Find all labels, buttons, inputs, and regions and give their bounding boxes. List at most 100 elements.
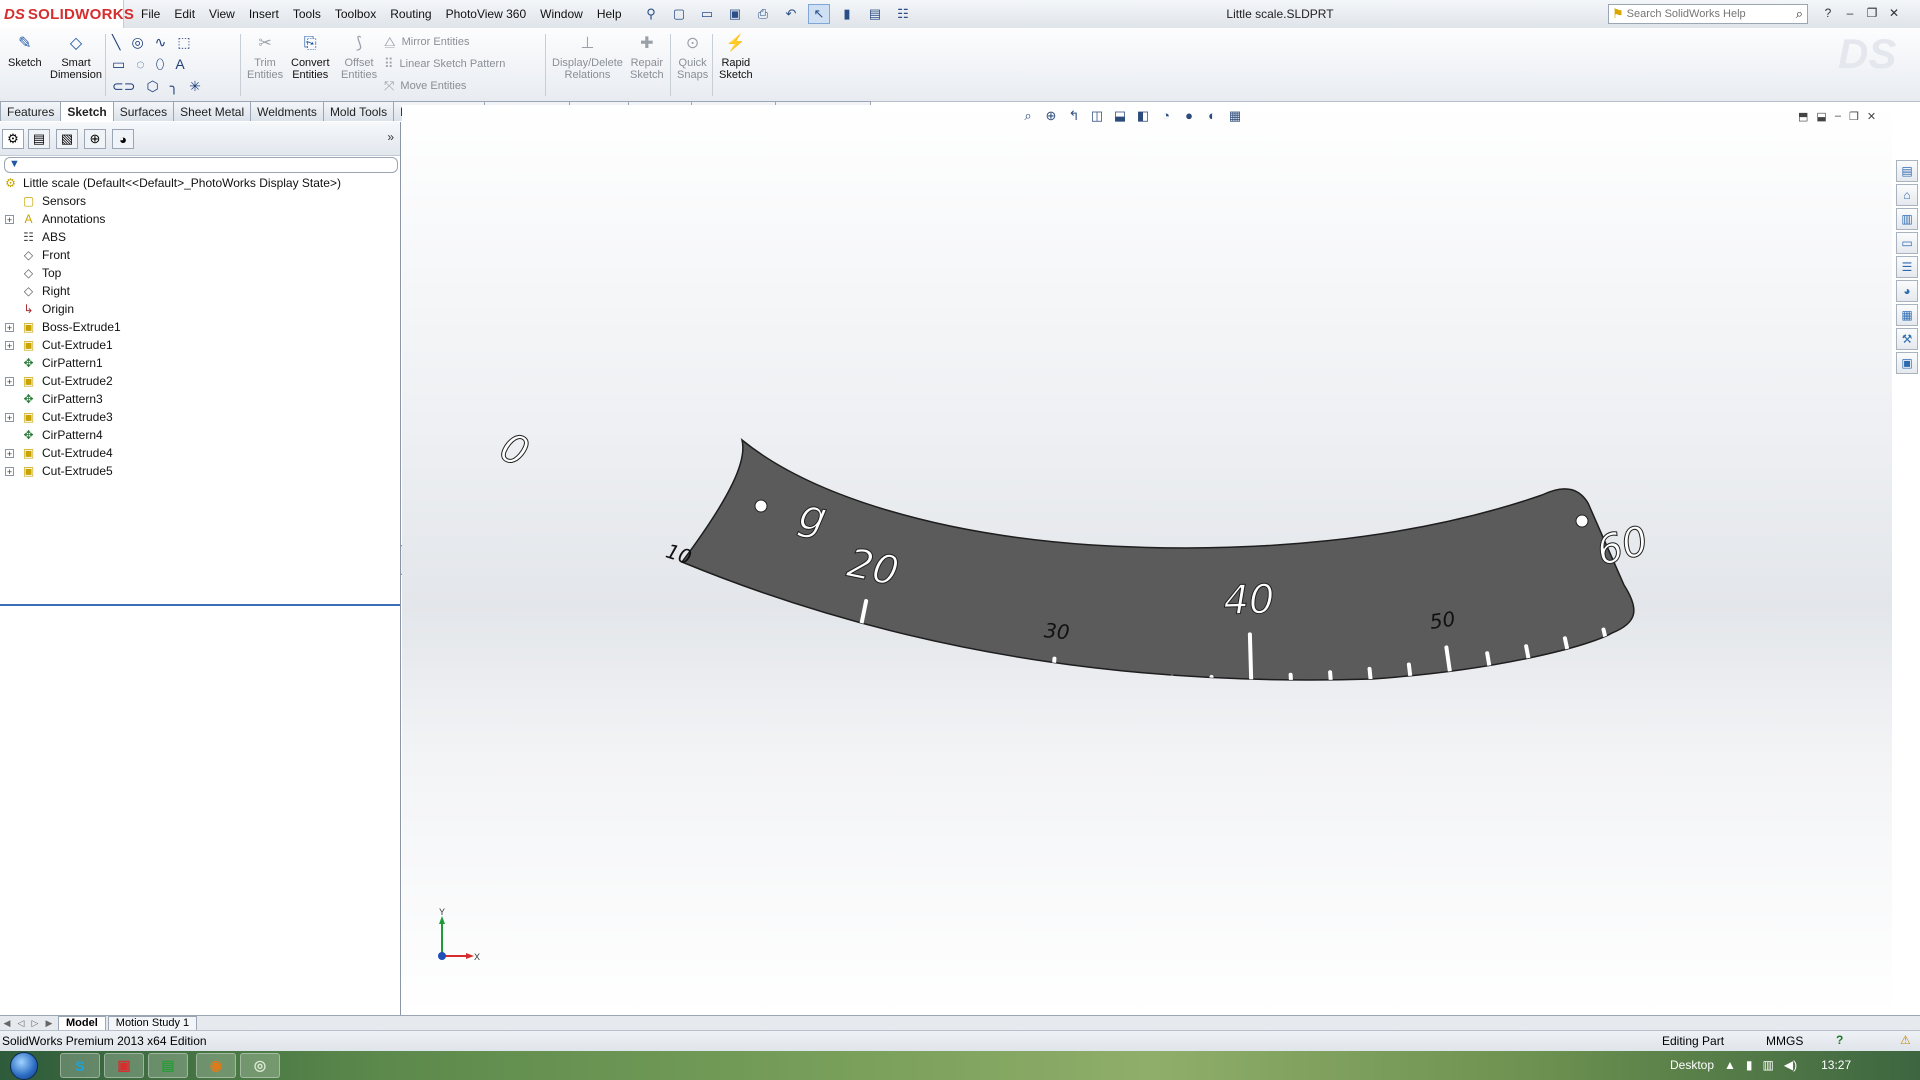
repair-sketch-button[interactable]: ✚ Repair Sketch: [630, 34, 664, 81]
zoom-to-area-icon[interactable]: ⊕: [1043, 108, 1059, 124]
display-style-icon[interactable]: ◧: [1135, 108, 1151, 124]
doc-minimize-icon[interactable]: –: [1835, 110, 1841, 123]
display-manager-tab-icon[interactable]: ◕: [112, 129, 134, 149]
tree-item[interactable]: + ▣ Cut-Extrude5: [0, 462, 400, 480]
view-orientation-icon[interactable]: ⬓: [1112, 108, 1128, 124]
tree-item[interactable]: + ▣ Cut-Extrude3: [0, 408, 400, 426]
network-icon[interactable]: ▥: [1763, 1058, 1774, 1072]
tile-vertical-icon[interactable]: ⬓: [1816, 110, 1826, 123]
convert-entities-button[interactable]: ⎘ Convert Entities: [291, 34, 330, 81]
previous-view-icon[interactable]: ↰: [1066, 108, 1082, 124]
doc-close-icon[interactable]: ✕: [1867, 110, 1876, 123]
tree-item[interactable]: ◇ Front: [0, 246, 400, 264]
text-icon[interactable]: A: [175, 56, 184, 73]
tree-item[interactable]: ☷ ABS: [0, 228, 400, 246]
doc-restore-icon[interactable]: ❐: [1849, 110, 1859, 123]
view-settings-icon[interactable]: ▦: [1227, 108, 1243, 124]
arc-icon[interactable]: ◌: [136, 56, 144, 73]
tree-item[interactable]: + A Annotations: [0, 210, 400, 228]
feature-tree-filter[interactable]: ▼: [4, 157, 398, 173]
offset-entities-button[interactable]: ⟆ Offset Entities: [341, 34, 377, 81]
unit-system-selector[interactable]: MMGS: [1766, 1034, 1803, 1048]
rapid-sketch-button[interactable]: ⚡ Rapid Sketch: [719, 34, 753, 81]
save-icon[interactable]: ▣: [724, 4, 746, 24]
menu-help[interactable]: Help: [590, 6, 629, 22]
file-explorer-icon[interactable]: ▭: [1896, 232, 1918, 254]
taskbar-firefox-icon[interactable]: ◉: [196, 1053, 236, 1078]
configuration-manager-tab-icon[interactable]: ▧: [56, 129, 78, 149]
mirror-entities-button[interactable]: ⧋ Mirror Entities: [384, 34, 469, 50]
point-icon[interactable]: ✳: [189, 78, 201, 95]
taskbar-app-icon[interactable]: ▤: [148, 1053, 188, 1078]
menu-window[interactable]: Window: [533, 6, 590, 22]
tab-motion-study[interactable]: Motion Study 1: [107, 1016, 198, 1031]
expand-toggle-icon[interactable]: +: [5, 412, 14, 422]
custom-properties-icon[interactable]: ▦: [1896, 304, 1918, 326]
quick-snaps-button[interactable]: ⊙ Quick Snaps: [677, 34, 708, 81]
prev-tab-icon[interactable]: ◁: [14, 1018, 28, 1029]
select-cursor-icon[interactable]: ↖: [808, 4, 830, 24]
help-question-icon[interactable]: ?: [1820, 4, 1836, 22]
taskbar-skype-icon[interactable]: S: [60, 1053, 100, 1078]
tree-item[interactable]: ▢ Sensors: [0, 192, 400, 210]
line-icon[interactable]: ╲: [112, 34, 120, 51]
expand-toggle-icon[interactable]: +: [5, 322, 14, 332]
display-delete-relations-button[interactable]: ⊥ Display/Delete Relations: [552, 34, 623, 81]
last-tab-icon[interactable]: ▶: [42, 1018, 56, 1029]
rollback-bar[interactable]: [0, 604, 400, 606]
linear-pattern-button[interactable]: ⠿ Linear Sketch Pattern: [384, 56, 505, 72]
slot-icon[interactable]: ⊂⊃: [112, 78, 135, 95]
expand-toggle-icon[interactable]: +: [5, 214, 14, 224]
print-icon[interactable]: ⎙: [752, 4, 774, 24]
hide-show-items-icon[interactable]: ◔: [1158, 108, 1174, 124]
sketch-fillet-icon[interactable]: ⬚: [177, 34, 190, 51]
dimxpert-manager-tab-icon[interactable]: ⊕: [84, 129, 106, 149]
options-icon[interactable]: ☷: [892, 4, 914, 24]
polygon-icon[interactable]: ⬡: [146, 78, 158, 95]
tile-horizontal-icon[interactable]: ⬒: [1798, 110, 1808, 123]
tree-item[interactable]: ↳ Origin: [0, 300, 400, 318]
spline-icon[interactable]: ∿: [155, 34, 167, 51]
tree-item[interactable]: ◇ Top: [0, 264, 400, 282]
apply-scene-icon[interactable]: ◐: [1204, 108, 1220, 124]
menu-routing[interactable]: Routing: [383, 6, 438, 22]
restore-icon[interactable]: ❐: [1864, 4, 1880, 22]
rectangle-icon[interactable]: ▭: [112, 56, 125, 73]
menu-view[interactable]: View: [202, 6, 242, 22]
tab-sketch[interactable]: Sketch: [60, 101, 114, 121]
solidworks-logo[interactable]: DS SOLIDWORKS: [0, 0, 134, 28]
smart-dimension-button[interactable]: ◇ Smart Dimension: [50, 34, 102, 81]
design-library-icon[interactable]: ▥: [1896, 208, 1918, 230]
next-tab-icon[interactable]: ▷: [28, 1018, 42, 1029]
start-button[interactable]: [4, 1051, 44, 1080]
pin-icon[interactable]: ⚲: [640, 4, 662, 24]
appearances-icon[interactable]: ◕: [1896, 280, 1918, 302]
menu-insert[interactable]: Insert: [242, 6, 286, 22]
menu-file[interactable]: File: [134, 6, 167, 22]
menu-photoview[interactable]: PhotoView 360: [439, 6, 534, 22]
tree-item[interactable]: + ▣ Cut-Extrude2: [0, 372, 400, 390]
taskbar-solidworks-icon[interactable]: ▣: [104, 1053, 144, 1078]
tree-item[interactable]: + ▣ Cut-Extrude1: [0, 336, 400, 354]
minimize-icon[interactable]: –: [1842, 4, 1858, 22]
view-palette-icon[interactable]: ▣: [1896, 352, 1918, 374]
tree-item[interactable]: + ▣ Boss-Extrude1: [0, 318, 400, 336]
tab-surfaces[interactable]: Surfaces: [112, 101, 175, 121]
tray-expand-icon[interactable]: ▲: [1724, 1058, 1736, 1072]
property-manager-tab-icon[interactable]: ▤: [28, 129, 50, 149]
home-icon[interactable]: ⌂: [1896, 184, 1918, 206]
feature-manager-tab-icon[interactable]: ⚙: [2, 129, 24, 149]
desktop-toolbar-label[interactable]: Desktop: [1670, 1058, 1714, 1072]
tree-item[interactable]: ✥ CirPattern1: [0, 354, 400, 372]
sketch-button[interactable]: ✎ Sketch: [8, 34, 42, 69]
expand-toggle-icon[interactable]: +: [5, 466, 14, 476]
tab-features[interactable]: Features: [0, 101, 62, 121]
expand-panel-icon[interactable]: »: [387, 130, 394, 144]
tree-item[interactable]: ✥ CirPattern4: [0, 426, 400, 444]
expand-toggle-icon[interactable]: +: [5, 448, 14, 458]
move-entities-button[interactable]: ⤧ Move Entities: [384, 78, 466, 94]
circle-icon[interactable]: ◎: [131, 34, 143, 51]
clock-text[interactable]: 13:27: [1821, 1058, 1851, 1072]
menu-tools[interactable]: Tools: [286, 6, 328, 22]
open-folder-icon[interactable]: ▭: [696, 4, 718, 24]
